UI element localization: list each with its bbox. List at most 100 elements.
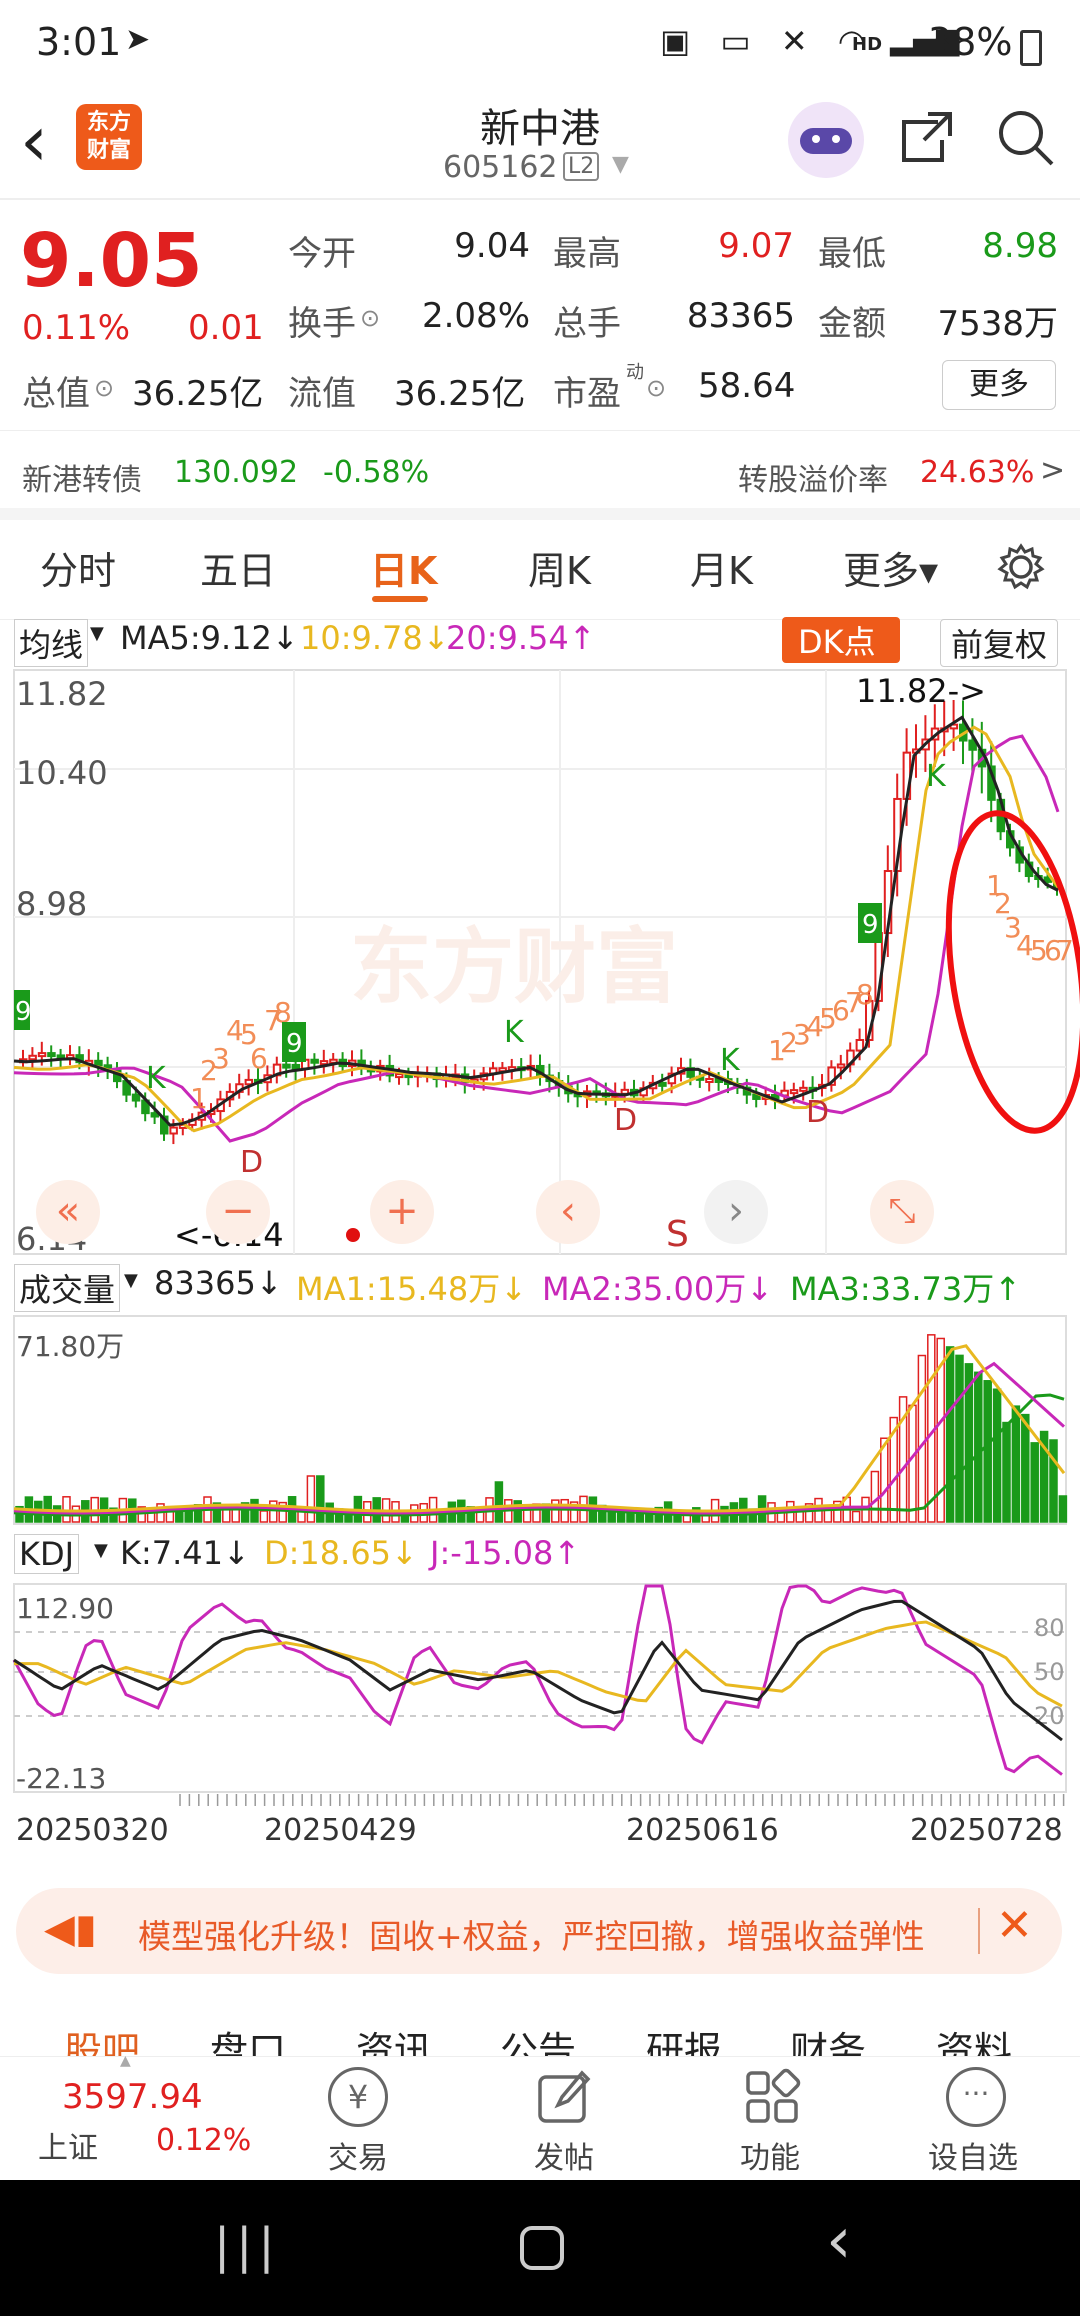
tab-news[interactable]: 资讯 [356, 2020, 432, 2060]
candle-body [799, 1086, 808, 1092]
send-icon: ➤ [125, 22, 151, 57]
high-marker: 11.82-> [856, 672, 986, 710]
back-nav-icon[interactable]: ‹ [826, 2204, 852, 2278]
system-nav-bar: ||| ‹ [0, 2180, 1080, 2316]
recent-apps-icon[interactable]: ||| [214, 2218, 281, 2274]
kdj-k-value: K:7.41↓ [120, 1534, 250, 1572]
settings-gear-icon[interactable] [996, 542, 1046, 592]
functions-grid-icon[interactable] [742, 2067, 802, 2127]
zoom-in-icon[interactable]: + [370, 1180, 434, 1244]
robot-avatar-icon[interactable] [788, 102, 864, 178]
k-axis-mid2: 8.98 [16, 885, 87, 923]
logo[interactable]: 东方 财富 [76, 104, 142, 170]
k-signal: K [504, 1015, 525, 1050]
chevron-right-icon[interactable]: › [704, 1180, 768, 1244]
search-icon[interactable] [994, 106, 1056, 168]
bond-price: 130.092 [174, 455, 299, 490]
high-label: 最高 [553, 234, 621, 274]
watchlist-label[interactable]: 设自选 [928, 2133, 1018, 2177]
volume-bar [306, 1475, 316, 1523]
pe-value: 58.64 [698, 366, 796, 406]
amount-value: 7538万 [937, 304, 1058, 344]
dropdown-icon[interactable]: ▼ [612, 152, 629, 177]
convertible-bond-row[interactable]: 新港转债 130.092 -0.58% 转股溢价率 24.63% > [0, 430, 1080, 520]
volume-max: 71.80万 [16, 1330, 124, 1363]
kdj-frame [13, 1583, 1067, 1793]
tab-pankou[interactable]: 盘口 [210, 2020, 286, 2060]
post-edit-icon[interactable] [534, 2067, 594, 2127]
period-tabs: 分时 五日 日K 周K 月K 更多▾ [0, 520, 1080, 620]
index-value[interactable]: 3597.94 [62, 2077, 203, 2117]
zoom-out-icon[interactable]: − [206, 1180, 270, 1244]
watermark: 东方财富 [350, 920, 678, 1015]
high-value: 9.07 [718, 226, 794, 266]
level-badge[interactable]: L2 [563, 152, 600, 181]
more-dots-icon[interactable]: ··· [946, 2067, 1006, 2127]
kdj-j-value: J:-15.08↑ [430, 1534, 581, 1572]
stock-name: 新中港 [480, 106, 600, 152]
fullscreen-icon[interactable]: ⤡ [870, 1180, 934, 1244]
low-label: 最低 [818, 234, 886, 274]
tab-finance[interactable]: 财务 [790, 2020, 866, 2060]
index-name[interactable]: 上证 [38, 2123, 98, 2167]
dropdown-icon[interactable]: ▼ [94, 1540, 108, 1561]
volume-bar [1030, 1442, 1039, 1523]
signal-9-text: 9 [286, 1029, 303, 1059]
kdj-level-80: 80 [1034, 1614, 1065, 1642]
tab-daily-k[interactable]: 日K [370, 540, 437, 595]
share-icon[interactable] [898, 108, 956, 166]
index-change[interactable]: 0.12% [156, 2123, 251, 2158]
ma-selector[interactable]: 均线 [14, 619, 89, 667]
tab-five-day[interactable]: 五日 [200, 540, 276, 595]
candle-body [705, 1077, 714, 1083]
volume-selector[interactable]: 成交量 [14, 1264, 121, 1312]
chevron-left-icon[interactable]: ‹ [536, 1180, 600, 1244]
current-price: 9.05 [20, 218, 203, 304]
info-icon[interactable]: ⊙ [646, 374, 666, 402]
dk-point-button[interactable]: DK点 [782, 617, 900, 663]
logo-text-top: 东方 [86, 110, 131, 135]
tab-monthly-k[interactable]: 月K [690, 540, 753, 595]
volume-bar [1011, 1405, 1021, 1523]
functions-label[interactable]: 功能 [740, 2133, 800, 2177]
adjust-button[interactable]: 前复权 [940, 619, 1059, 667]
back-button[interactable]: ‹ [20, 100, 48, 182]
promo-banner[interactable]: ◀▮ 模型强化升级！固收+权益，严控回撤，增强收益弹性 ✕ [16, 1888, 1062, 1974]
k-signal: K [146, 1061, 167, 1096]
svg-text:6: 6 [250, 1042, 268, 1075]
tab-notices[interactable]: 公告 [500, 2020, 576, 2060]
d-signal: D [614, 1103, 637, 1138]
kdj-selector[interactable]: KDJ [14, 1534, 80, 1574]
kdj-bottom: -22.13 [16, 1762, 106, 1795]
open-label: 今开 [288, 234, 356, 274]
home-icon[interactable] [520, 2226, 564, 2270]
tab-intraday[interactable]: 分时 [40, 540, 116, 595]
trade-icon[interactable]: ¥ [328, 2067, 388, 2127]
tab-reports[interactable]: 研报 [646, 2020, 722, 2060]
tab-more[interactable]: 更多▾ [843, 540, 938, 595]
dropdown-icon[interactable]: ▼ [90, 623, 104, 644]
turnover-label: 换手 [288, 304, 356, 344]
svg-text:8: 8 [856, 978, 874, 1011]
volume-bar [992, 1388, 1002, 1523]
close-icon[interactable]: ✕ [996, 1900, 1033, 1951]
svg-text:7: 7 [1056, 934, 1074, 967]
candle-body [150, 1112, 160, 1118]
candle-body [395, 1073, 404, 1079]
candle-body [244, 1078, 254, 1086]
tab-weekly-k[interactable]: 周K [528, 540, 591, 595]
tab-profile[interactable]: 资料 [936, 2020, 1012, 2060]
bottom-bar: ▲ 3597.94 上证 0.12% ¥ 交易 发帖 功能 ··· 设自选 [0, 2053, 1080, 2180]
post-label[interactable]: 发帖 [534, 2133, 594, 2177]
more-button[interactable]: 更多 [942, 360, 1056, 410]
info-icon[interactable]: ⊙ [360, 304, 380, 332]
trade-label[interactable]: 交易 [328, 2133, 388, 2177]
status-time: 3:01 [36, 20, 122, 64]
volume-bars [15, 1334, 1068, 1523]
volume-bar [955, 1354, 964, 1523]
double-left-icon[interactable]: « [36, 1180, 100, 1244]
info-icon[interactable]: ⊙ [94, 374, 114, 402]
status-bar: 3:01 ➤ ▣ ▭ ✕ ◠ HD ▂▄▆ 38% [0, 0, 1080, 90]
dropdown-icon[interactable]: ▼ [124, 1270, 138, 1291]
battery-label: 38% [928, 20, 1013, 64]
